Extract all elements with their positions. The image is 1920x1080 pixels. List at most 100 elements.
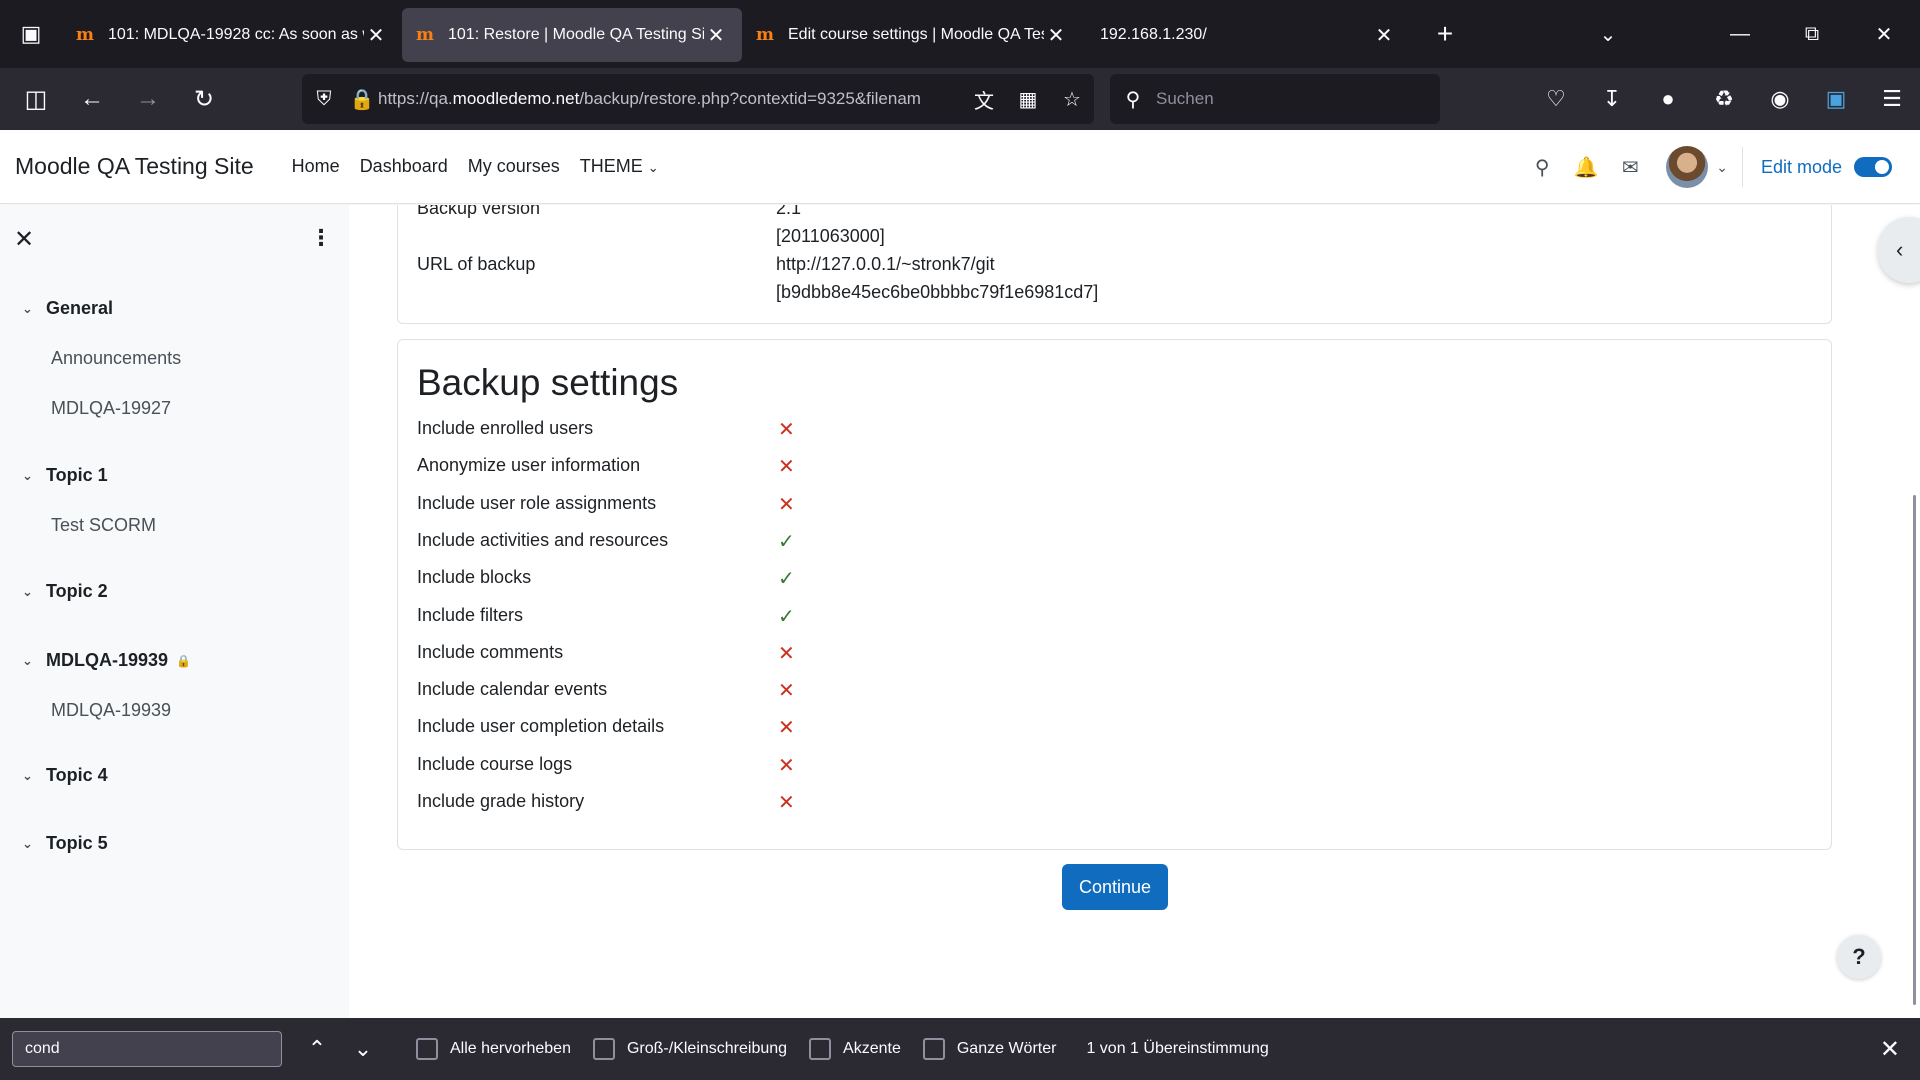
sidebar-item-mdlqa-19927[interactable]: MDLQA-19927 <box>51 398 171 419</box>
avatar[interactable] <box>1666 146 1709 188</box>
moodle-icon: m <box>416 25 434 45</box>
section-title: Topic 5 <box>46 833 108 853</box>
forward-icon[interactable]: → <box>120 68 176 130</box>
browser-tab-active[interactable]: m 101: Restore | Moodle QA Testing Site … <box>402 8 742 62</box>
find-input[interactable]: cond <box>12 1031 282 1067</box>
close-icon[interactable]: ✕ <box>364 23 388 48</box>
tab-title: 101: MDLQA-19928 cc: As soon as we l <box>108 26 364 43</box>
close-icon[interactable]: ✕ <box>1880 1035 1900 1064</box>
section-topic-2[interactable]: ⌄ Topic 2 <box>22 581 108 602</box>
setting-label: Include enrolled users <box>417 418 594 438</box>
sidebar-item-announcements[interactable]: Announcements <box>51 348 181 369</box>
setting-label: Anonymize user information <box>417 455 641 475</box>
url-bar[interactable]: ⛨ 🔒 https://qa.moodledemo.net/backup/res… <box>302 74 1094 124</box>
site-name[interactable]: Moodle QA Testing Site <box>15 153 254 180</box>
checkbox-box[interactable] <box>922 1038 945 1060</box>
sidebar-item-mdlqa-19939[interactable]: MDLQA-19939 <box>51 700 171 721</box>
section-topic-4[interactable]: ⌄ Topic 4 <box>22 765 108 786</box>
bookmark-star-icon[interactable]: ☆ <box>1050 87 1094 112</box>
back-icon[interactable]: ← <box>64 68 120 130</box>
close-icon[interactable]: ✕ <box>1044 23 1068 48</box>
match-case-checkbox[interactable]: Groß-/Kleinschreibung <box>592 1038 787 1060</box>
backup-settings-heading: Backup settings <box>417 362 679 403</box>
cross-icon: ✕ <box>778 717 795 739</box>
section-mdlqa-19939[interactable]: ⌄ MDLQA-19939 🔒 <box>22 650 191 671</box>
chevron-down-icon[interactable]: ⌄ <box>22 301 46 317</box>
messages-icon[interactable]: ✉ <box>1608 155 1652 180</box>
extensions-icon[interactable]: ♻ <box>1696 86 1752 112</box>
chevron-down-icon[interactable]: ⌄ <box>1572 22 1644 47</box>
header-divider <box>1741 147 1743 187</box>
browser-tab[interactable]: m Edit course settings | Moodle QA Testi… <box>742 8 1082 62</box>
close-icon[interactable]: ✕ <box>14 225 34 254</box>
close-window-icon[interactable]: ✕ <box>1848 22 1920 47</box>
help-button[interactable]: ? <box>1837 935 1881 979</box>
sidebar-item-test-scorm[interactable]: Test SCORM <box>51 515 156 536</box>
extension-r-icon[interactable]: ▣ <box>1808 86 1864 112</box>
continue-button[interactable]: Continue <box>1062 864 1168 910</box>
setting-label: Include user completion details <box>417 716 665 736</box>
match-diacritics-checkbox[interactable]: Akzente <box>809 1038 901 1060</box>
chevron-down-icon[interactable]: ⌄ <box>22 584 46 600</box>
nav-home[interactable]: Home <box>292 156 340 177</box>
account-avatar-icon[interactable]: ● <box>1640 86 1696 112</box>
restore-icon[interactable]: ⧉ <box>1776 23 1848 46</box>
section-title: MDLQA-19939 <box>46 650 169 670</box>
close-icon[interactable]: ✕ <box>704 23 728 48</box>
search-icon[interactable]: ⚲ <box>1520 155 1564 180</box>
primary-navigation: Home Dashboard My courses THEME ⌄ <box>282 156 669 177</box>
section-general[interactable]: ⌄ General <box>22 298 113 319</box>
chevron-down-icon[interactable]: ⌄ <box>22 768 46 784</box>
setting-label: Include course logs <box>417 754 573 774</box>
checkbox-label: Alle hervorheben <box>450 1040 571 1057</box>
sidebar-toggle-icon[interactable]: ◫ <box>8 68 64 130</box>
url-text[interactable]: https://qa.moodledemo.net/backup/restore… <box>378 89 962 109</box>
lock-icon[interactable]: 🔒 <box>346 87 378 112</box>
chevron-down-icon[interactable]: ⌄ <box>22 653 46 669</box>
nav-my-courses[interactable]: My courses <box>468 156 560 177</box>
backup-url-value: http://127.0.0.1/~stronk7/git <box>776 254 995 274</box>
section-topic-5[interactable]: ⌄ Topic 5 <box>22 833 108 854</box>
find-next-icon[interactable]: ⌄ <box>340 1036 386 1062</box>
nav-dashboard[interactable]: Dashboard <box>360 156 448 177</box>
qr-code-icon[interactable]: ▦ <box>1006 87 1050 112</box>
checkbox-box[interactable] <box>416 1038 438 1060</box>
browser-tab[interactable]: m 101: MDLQA-19928 cc: As soon as we l ✕ <box>62 8 402 62</box>
download-icon[interactable]: ↧ <box>1584 86 1640 112</box>
chevron-down-icon[interactable]: ⌄ <box>1716 159 1728 176</box>
checkbox-box[interactable] <box>592 1038 615 1060</box>
whole-words-checkbox[interactable]: Ganze Wörter <box>922 1038 1056 1060</box>
tab-list-icon[interactable]: ▣ <box>0 0 62 68</box>
url-domain: moodledemo.net <box>452 89 580 108</box>
section-topic-1[interactable]: ⌄ Topic 1 <box>22 465 108 486</box>
pocket-icon[interactable]: ♡ <box>1528 86 1584 112</box>
chevron-down-icon[interactable]: ⌄ <box>22 468 46 484</box>
backup-details-card: Backup version 2.1 [2011063000] URL of b… <box>397 205 1832 324</box>
highlight-all-checkbox[interactable]: Alle hervorheben <box>416 1038 571 1060</box>
block-drawer-toggle[interactable]: ‹ <box>1878 217 1920 283</box>
notification-bell-icon[interactable]: 🔔 <box>1564 155 1608 180</box>
menu-icon[interactable]: ☰ <box>1864 86 1920 112</box>
find-previous-icon[interactable]: ⌃ <box>294 1036 340 1062</box>
edit-mode-toggle[interactable] <box>1854 157 1892 177</box>
browser-tab-bar: ▣ m 101: MDLQA-19928 cc: As soon as we l… <box>0 0 1920 68</box>
nav-theme[interactable]: THEME ⌄ <box>580 156 659 177</box>
checkbox-box[interactable] <box>809 1038 832 1060</box>
extension-globe-icon[interactable]: ◉ <box>1752 86 1808 112</box>
minimize-icon[interactable]: — <box>1704 23 1776 46</box>
chevron-down-icon[interactable]: ⌄ <box>22 836 46 852</box>
scrollbar[interactable] <box>1913 495 1916 1005</box>
translate-icon[interactable]: 文 <box>962 85 1006 114</box>
close-icon[interactable]: ✕ <box>1372 23 1396 48</box>
more-options-icon[interactable]: ⋮ <box>310 225 332 251</box>
reload-icon[interactable]: ↻ <box>176 68 232 130</box>
browser-search-bar[interactable]: ⚲ Suchen <box>1110 74 1440 124</box>
chevron-down-icon: ⌄ <box>647 160 659 175</box>
shield-icon[interactable]: ⛨ <box>302 88 346 111</box>
cross-icon: ✕ <box>778 792 795 814</box>
section-title: Topic 1 <box>46 465 108 485</box>
toolbar-icons: ♡ ↧ ● ♻ ◉ ▣ ☰ <box>1528 68 1920 130</box>
browser-tab[interactable]: 192.168.1.230/ ✕ <box>1082 8 1410 62</box>
new-tab-icon[interactable]: + <box>1420 18 1470 50</box>
url-prefix: https://qa. <box>378 89 453 108</box>
